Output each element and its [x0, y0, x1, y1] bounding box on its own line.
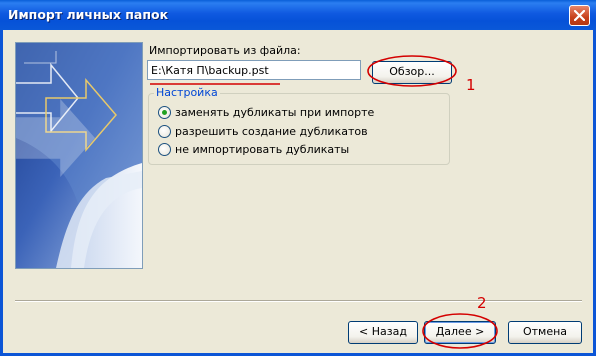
- close-button[interactable]: [569, 5, 590, 26]
- wizard-illustration: [15, 42, 143, 269]
- annotation-number-2: 2: [477, 294, 487, 312]
- file-path-input[interactable]: [147, 60, 361, 80]
- annotation-number-1: 1: [466, 76, 476, 94]
- footer-separator: [15, 300, 582, 302]
- next-button[interactable]: Далее >: [424, 321, 496, 344]
- cancel-button[interactable]: Отмена: [508, 321, 582, 344]
- import-dialog: Импорт личных папок Импортировать из фай…: [0, 0, 596, 356]
- wizard-arrows-image: [16, 43, 142, 268]
- radio-button[interactable]: [158, 143, 171, 156]
- radio-button-checked[interactable]: [158, 106, 171, 119]
- back-button[interactable]: < Назад: [348, 321, 418, 344]
- window-border-left: [0, 30, 3, 356]
- settings-legend: Настройка: [154, 86, 220, 99]
- radio-dot: [162, 110, 167, 115]
- close-icon: [574, 10, 585, 21]
- radio-button[interactable]: [158, 125, 171, 138]
- radio-label: заменять дубликаты при импорте: [175, 106, 375, 119]
- title-bar[interactable]: Импорт личных папок: [0, 0, 596, 30]
- window-title: Импорт личных папок: [8, 7, 169, 22]
- radio-label: разрешить создание дубликатов: [175, 125, 368, 138]
- radio-label: не импортировать дубликаты: [175, 143, 350, 156]
- import-from-file-label: Импортировать из файла:: [149, 44, 301, 57]
- browse-button[interactable]: Обзор...: [372, 61, 452, 84]
